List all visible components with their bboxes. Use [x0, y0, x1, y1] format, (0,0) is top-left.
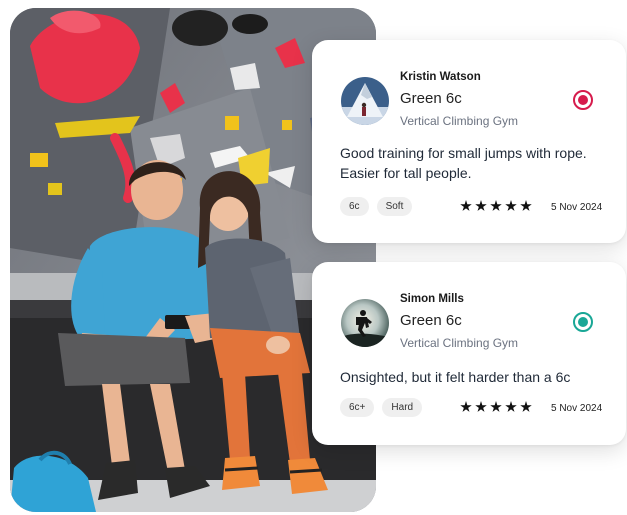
grade-tag: 6c+ [340, 398, 375, 417]
route-name: Green 6c [400, 90, 462, 107]
star-rating [460, 401, 532, 413]
grade-tag: 6c [340, 197, 369, 216]
star-icon [460, 401, 472, 412]
review-card[interactable]: Kristin Watson Green 6c Vertical Climbin… [312, 40, 626, 243]
review-card[interactable]: Simon Mills Green 6c Vertical Climbing G… [312, 262, 626, 445]
star-icon [460, 200, 472, 211]
mountain-peak-icon [341, 77, 389, 125]
star-icon [505, 200, 517, 211]
author-name: Kristin Watson [400, 71, 481, 83]
star-icon [475, 401, 487, 412]
star-icon [520, 200, 532, 211]
avatar [341, 77, 389, 125]
gym-name: Vertical Climbing Gym [400, 114, 519, 128]
review-comment: Good training for small jumps with rope.… [340, 145, 587, 182]
review-date: 5 Nov 2024 [551, 202, 603, 213]
hiker-silhouette-icon [341, 299, 389, 347]
tag-list: 6c Soft [340, 197, 413, 216]
status-radio-icon[interactable] [573, 90, 593, 110]
avatar [341, 299, 389, 347]
status-radio-icon[interactable] [573, 312, 593, 332]
tag-list: 6c+ Hard [340, 398, 423, 417]
star-icon [490, 200, 502, 211]
gym-name: Vertical Climbing Gym [400, 336, 519, 350]
star-icon [505, 401, 517, 412]
review-comment: Onsighted, but it felt harder than a 6c [340, 369, 571, 385]
star-icon [520, 401, 532, 412]
author-name: Simon Mills [400, 293, 464, 305]
difficulty-tag: Hard [382, 398, 423, 417]
difficulty-tag: Soft [376, 197, 413, 216]
star-rating [460, 200, 532, 212]
star-icon [490, 401, 502, 412]
route-name: Green 6c [400, 312, 462, 329]
review-date: 5 Nov 2024 [551, 403, 603, 414]
star-icon [475, 200, 487, 211]
